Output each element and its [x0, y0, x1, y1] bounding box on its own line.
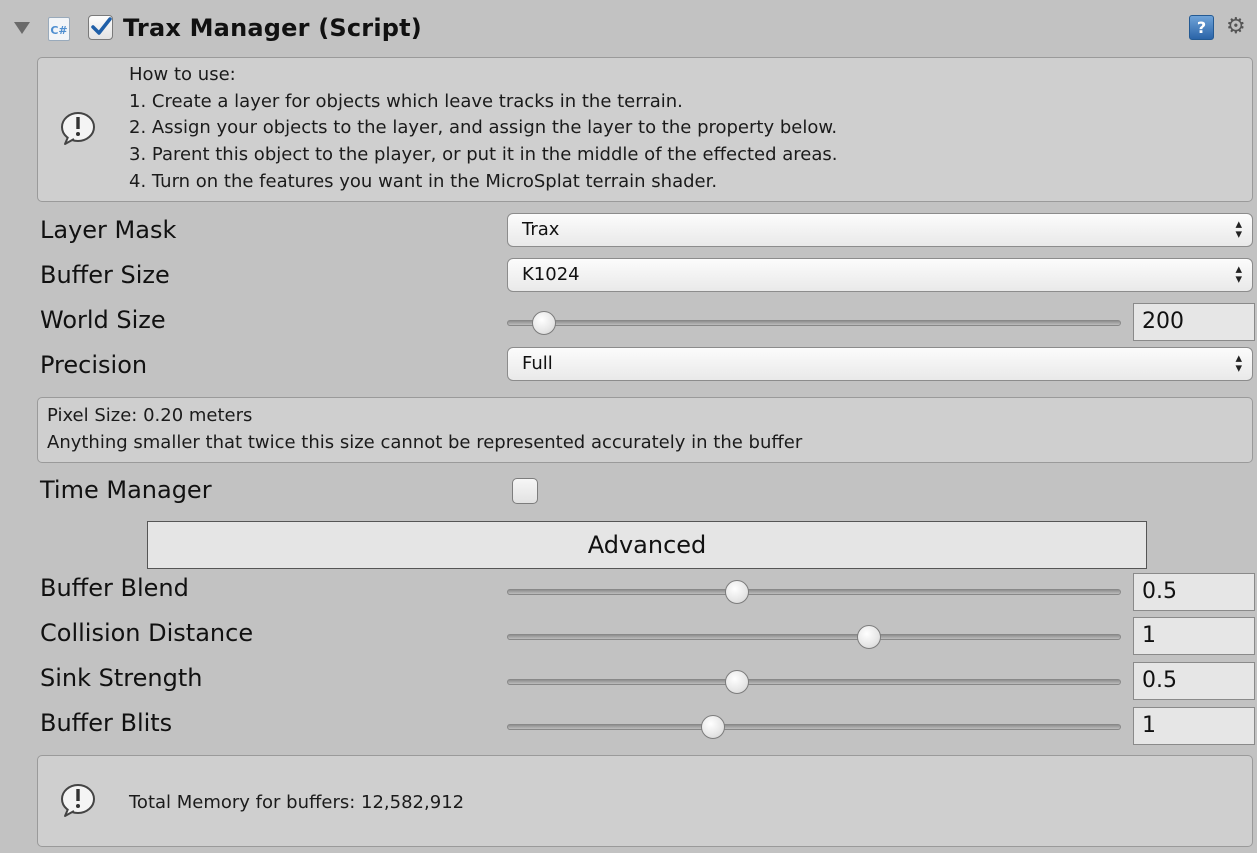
- csharp-script-icon: C#: [48, 17, 70, 41]
- gear-icon[interactable]: ⚙: [1226, 14, 1246, 40]
- memory-info-box: Total Memory for buffers: 12,582,912: [37, 755, 1253, 847]
- help-book-icon[interactable]: ?: [1189, 15, 1214, 40]
- dropdown-arrows-icon: ▴ ▾: [1235, 262, 1242, 287]
- warning-bubble-icon: [61, 112, 95, 145]
- world-size-slider-thumb[interactable]: [531, 311, 556, 335]
- buffer-size-label: Buffer Size: [40, 261, 170, 289]
- buffer-blend-slider-track[interactable]: [507, 589, 1121, 595]
- precision-dropdown[interactable]: Full ▴ ▾: [507, 347, 1253, 381]
- layer-mask-dropdown[interactable]: Trax ▴ ▾: [507, 213, 1253, 247]
- world-size-slider-track[interactable]: [507, 320, 1121, 326]
- dropdown-arrows-icon: ▴ ▾: [1235, 217, 1242, 242]
- collision-distance-label: Collision Distance: [40, 619, 254, 647]
- buffer-blits-field[interactable]: 1: [1133, 707, 1255, 745]
- pixel-warning-text: Anything smaller that twice this size ca…: [47, 432, 803, 453]
- time-manager-label: Time Manager: [40, 476, 212, 504]
- buffer-size-value: K1024: [522, 264, 580, 285]
- component-title: Trax Manager (Script): [123, 14, 422, 42]
- advanced-button[interactable]: Advanced: [147, 521, 1147, 569]
- world-size-label: World Size: [40, 306, 166, 334]
- component-header: C# Trax Manager (Script) ? ⚙: [0, 0, 1257, 60]
- buffer-blits-slider-track[interactable]: [507, 724, 1121, 730]
- buffer-blend-label: Buffer Blend: [40, 574, 189, 602]
- sink-strength-label: Sink Strength: [40, 664, 203, 692]
- how-to-line-2: 2. Assign your objects to the layer, and…: [129, 117, 838, 138]
- how-to-line-3: 3. Parent this object to the player, or …: [129, 144, 838, 165]
- warning-bubble-icon: [61, 784, 95, 817]
- layer-mask-value: Trax: [522, 219, 560, 240]
- collision-distance-slider-thumb[interactable]: [857, 625, 882, 649]
- layer-mask-label: Layer Mask: [40, 216, 177, 244]
- component-enabled-checkbox[interactable]: [88, 15, 113, 40]
- collision-distance-slider-track[interactable]: [507, 634, 1121, 640]
- checkmark-icon: [91, 17, 112, 35]
- total-memory-text: Total Memory for buffers: 12,582,912: [129, 792, 465, 813]
- sink-strength-field[interactable]: 0.5: [1133, 662, 1255, 700]
- collision-distance-field[interactable]: 1: [1133, 617, 1255, 655]
- how-to-line-0: How to use:: [129, 64, 236, 85]
- buffer-blits-slider-thumb[interactable]: [700, 715, 725, 739]
- precision-value: Full: [522, 353, 553, 374]
- buffer-blits-label: Buffer Blits: [40, 709, 173, 737]
- pixel-size-text: Pixel Size: 0.20 meters: [47, 405, 253, 426]
- dropdown-arrows-icon: ▴ ▾: [1235, 351, 1242, 376]
- pixel-info-box: Pixel Size: 0.20 meters Anything smaller…: [37, 397, 1253, 463]
- precision-label: Precision: [40, 351, 148, 379]
- buffer-blend-slider-thumb[interactable]: [725, 580, 750, 604]
- world-size-field[interactable]: 200: [1133, 303, 1255, 341]
- how-to-line-4: 4. Turn on the features you want in the …: [129, 171, 718, 192]
- sink-strength-slider-track[interactable]: [507, 679, 1121, 685]
- buffer-blend-field[interactable]: 0.5: [1133, 573, 1255, 611]
- buffer-size-dropdown[interactable]: K1024 ▴ ▾: [507, 258, 1253, 292]
- time-manager-checkbox[interactable]: [512, 478, 538, 504]
- how-to-line-1: 1. Create a layer for objects which leav…: [129, 91, 683, 112]
- sink-strength-slider-thumb[interactable]: [725, 670, 750, 694]
- how-to-help-box: How to use: 1. Create a layer for object…: [37, 57, 1253, 202]
- foldout-arrow-icon[interactable]: [14, 22, 30, 34]
